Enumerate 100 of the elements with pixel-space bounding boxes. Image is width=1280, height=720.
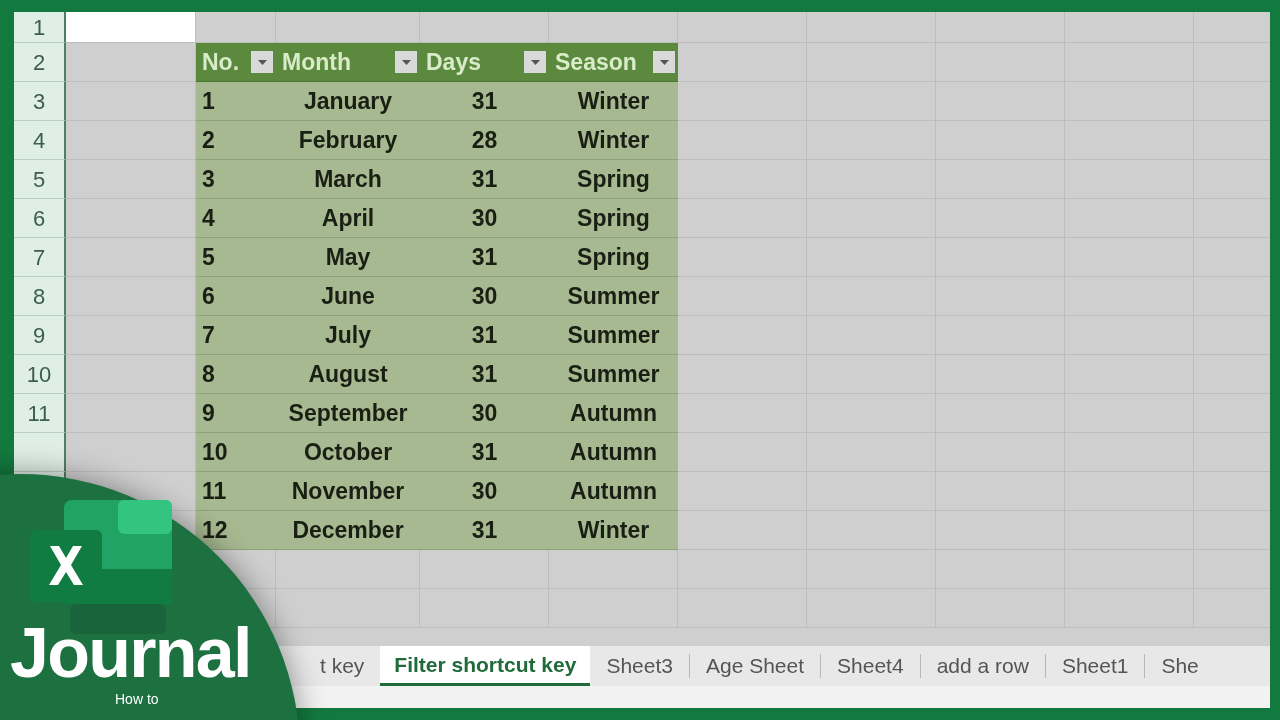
caret-icon (401, 59, 411, 65)
grid-cell[interactable] (549, 550, 678, 589)
table-cell-text: 9 (202, 398, 215, 428)
table-cell-text: February (298, 125, 398, 155)
row-header[interactable]: 11 (14, 394, 66, 433)
grid-cell[interactable] (678, 394, 807, 433)
grid-cell[interactable] (678, 277, 807, 316)
table-cell-text: October (303, 437, 393, 467)
grid-cell[interactable] (678, 12, 807, 43)
grid-cell[interactable] (678, 238, 807, 277)
caret-icon (659, 59, 669, 65)
table-cell-text: August (308, 359, 388, 389)
row-header[interactable]: 3 (14, 82, 66, 121)
grid-cell[interactable] (678, 121, 807, 160)
table-cell-text: March (314, 164, 382, 194)
filter-dropdown-button[interactable] (653, 51, 675, 73)
table-cell-text: 31 (471, 164, 498, 194)
table-cell-text: January (303, 86, 393, 116)
sheet-tab[interactable]: Sheet4 (821, 646, 920, 686)
table-cell-text: May (325, 242, 371, 272)
grid-cell[interactable] (678, 82, 807, 121)
row-header[interactable] (14, 433, 66, 472)
table-cell-text: Spring (577, 164, 650, 194)
logo-title: Journal (10, 618, 251, 688)
row-header[interactable]: 10 (14, 355, 66, 394)
filter-dropdown-button[interactable] (251, 51, 273, 73)
caret-icon (530, 59, 540, 65)
table-cell-text: 31 (471, 242, 498, 272)
table-cell-text: Winter (577, 515, 650, 545)
table-cell-text: 31 (471, 437, 498, 467)
table-cell-text: 30 (471, 203, 498, 233)
row-header[interactable]: 1 (14, 12, 66, 43)
table-cell-text: 3 (202, 164, 215, 194)
table-cell-text: 11 (202, 476, 227, 506)
table-cell-text: 5 (202, 242, 215, 272)
grid-cell[interactable] (420, 550, 549, 589)
table-cell-text: 10 (202, 437, 228, 467)
table-cell-text: 2 (202, 125, 215, 155)
sheet-tab[interactable]: add a row (920, 646, 1045, 686)
table-cell-text: Spring (577, 203, 650, 233)
table-cell-text: 8 (202, 359, 215, 389)
table-cell-text: Autumn (570, 398, 657, 428)
grid-cell[interactable] (807, 12, 936, 43)
logo-subtitle: How to (115, 692, 159, 706)
table-cell-text: November (291, 476, 405, 506)
grid-cell[interactable] (678, 550, 807, 589)
table-cell-text: July (325, 320, 371, 350)
table-cell-text: 1 (202, 86, 215, 116)
grid-cell[interactable] (936, 12, 1065, 43)
row-header[interactable]: 7 (14, 238, 66, 277)
table-cell-text: Summer (567, 281, 660, 311)
row-header[interactable]: 6 (14, 199, 66, 238)
table-cell-text: April (321, 203, 375, 233)
filter-dropdown-button[interactable] (524, 51, 546, 73)
column-label: Days (425, 47, 481, 77)
caret-icon (257, 59, 267, 65)
table-cell-text: 28 (471, 125, 498, 155)
filter-dropdown-button[interactable] (395, 51, 417, 73)
column-label: No. (201, 47, 240, 77)
sheet-tab[interactable]: Sheet1 (1045, 646, 1145, 686)
row-header[interactable]: 5 (14, 160, 66, 199)
sheet-tab[interactable]: Age Sheet (690, 646, 821, 686)
table-cell-text: Summer (567, 359, 660, 389)
table-cell-text: 30 (471, 476, 498, 506)
sheet-tab[interactable]: t key (304, 646, 381, 686)
row-header[interactable]: 9 (14, 316, 66, 355)
grid-cell[interactable] (678, 316, 807, 355)
table-cell-text: Spring (577, 242, 650, 272)
column-label: Season (554, 47, 637, 77)
table-cell-text: 31 (471, 515, 498, 545)
table-cell-text: 30 (471, 281, 498, 311)
table-cell-text: June (321, 281, 375, 311)
sheet-tab[interactable]: Sheet3 (590, 646, 689, 686)
table-cell-text: 31 (471, 359, 498, 389)
table-cell-text: 4 (202, 203, 215, 233)
sheet-tab[interactable]: She (1145, 646, 1215, 686)
table-cell-text: 6 (202, 281, 215, 311)
column-label: Month (281, 47, 351, 77)
table-cell-text: September (288, 398, 408, 428)
table-cell-text: Winter (577, 125, 650, 155)
grid-cell[interactable] (1065, 12, 1194, 43)
grid-cell[interactable] (678, 511, 807, 550)
table-cell-text: Autumn (570, 437, 657, 467)
row-header[interactable]: 2 (14, 43, 66, 82)
grid-cell[interactable] (678, 433, 807, 472)
sheet-tab[interactable]: Filter shortcut key (380, 646, 591, 686)
row-header[interactable]: 4 (14, 121, 66, 160)
table-cell-text: 12 (202, 515, 228, 545)
row-header[interactable]: 8 (14, 277, 66, 316)
table-cell-text: 7 (202, 320, 215, 350)
table-cell-text: 31 (471, 320, 498, 350)
table-cell-text: Summer (567, 320, 660, 350)
table-cell-text: December (292, 515, 404, 545)
grid-cell[interactable] (678, 43, 807, 82)
grid-cell[interactable] (678, 355, 807, 394)
grid-cell[interactable] (678, 199, 807, 238)
table-cell-text: 31 (471, 86, 498, 116)
active-cell[interactable] (66, 12, 196, 43)
grid-cell[interactable] (678, 160, 807, 199)
grid-cell[interactable] (678, 472, 807, 511)
